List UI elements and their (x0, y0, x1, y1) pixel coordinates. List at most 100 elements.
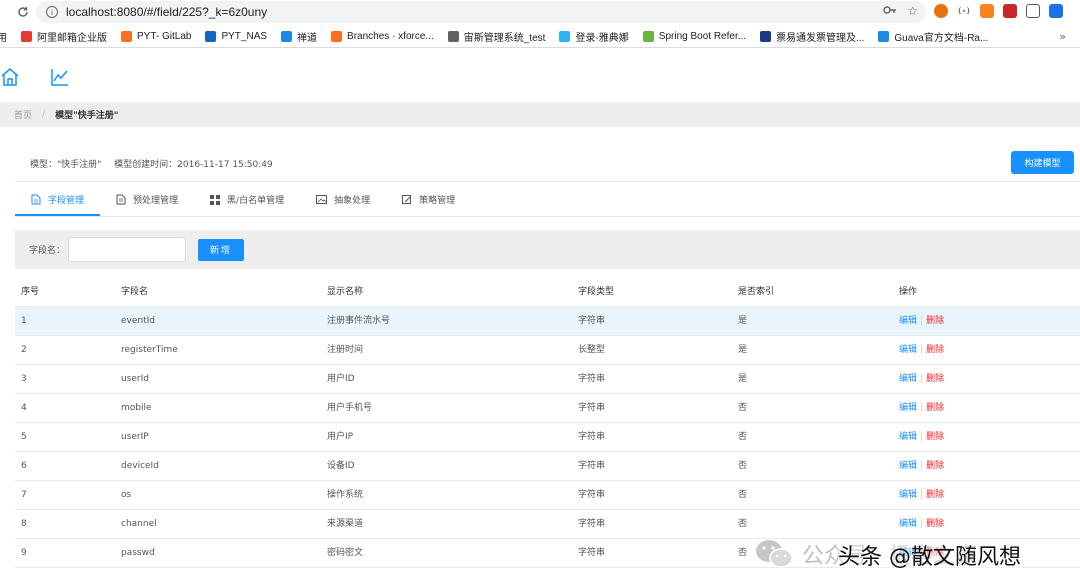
bookmark-apps[interactable]: 用 (0, 29, 7, 44)
bookmarks-bar: 用 阿里邮箱企业版 PYT- GitLab PYT_NAS 禅道 Branches · x… (0, 26, 1080, 48)
bookmark-label: Branches · xforce... (347, 31, 434, 42)
edit-link[interactable]: 编辑 (899, 548, 917, 558)
delete-link[interactable]: 删除 (926, 461, 944, 471)
extension-icon[interactable] (1049, 4, 1063, 18)
extension-icon[interactable] (1003, 4, 1017, 18)
column-header: 序号 (21, 287, 40, 297)
table-cell: 否 (738, 548, 748, 558)
edit-link[interactable]: 编辑 (899, 316, 917, 326)
extension-icon[interactable] (1026, 4, 1040, 18)
filter-bar: 字段名： 新增 (15, 230, 1080, 269)
table-cell: 用户IP (327, 432, 354, 442)
bookmark-item[interactable]: 禅道 (281, 29, 317, 44)
table-cell: userId (121, 374, 149, 384)
breadcrumb-current: 模型"快手注册" (55, 111, 119, 121)
row-actions: 编辑 | 删除 (899, 307, 944, 336)
bookmark-item[interactable]: 阿里邮箱企业版 (21, 29, 107, 44)
address-bar[interactable]: i localhost:8080/#/field/225?_k=6z0uny ☆ (36, 1, 926, 23)
line-chart-icon[interactable] (50, 67, 70, 90)
extension-icon[interactable]: {∘} (957, 4, 971, 18)
row-actions: 编辑 | 删除 (899, 481, 944, 510)
column-header: 操作 (899, 287, 918, 297)
edit-link[interactable]: 编辑 (899, 461, 917, 471)
tab-2[interactable]: 黑/白名单管理 (194, 183, 300, 216)
action-separator: | (920, 461, 924, 471)
bookmark-label: 阿里邮箱企业版 (37, 33, 107, 44)
column-header: 是否索引 (738, 287, 775, 297)
metamask-icon[interactable] (980, 4, 994, 18)
extension-icon[interactable] (934, 4, 948, 18)
delete-link[interactable]: 删除 (926, 345, 944, 355)
bookmark-label: 登录-雅典娜 (575, 33, 629, 44)
delete-link[interactable]: 删除 (926, 316, 944, 326)
key-icon[interactable] (883, 4, 897, 18)
table-row: 1 eventId 注册事件流水号 字符串 是 编辑 | 删除 (15, 307, 1080, 336)
tab-3[interactable]: 抽象处理 (300, 183, 386, 216)
bookmark-label: Spring Boot Refer... (658, 31, 747, 42)
delete-link[interactable]: 删除 (926, 490, 944, 500)
edit-link[interactable]: 编辑 (899, 432, 917, 442)
table-row: 7 os 操作系统 字符串 否 编辑 | 删除 (15, 481, 1080, 510)
bookmark-item[interactable]: Guava官方文档-Ra... (878, 29, 988, 44)
site-info-icon[interactable]: i (46, 6, 58, 18)
delete-link[interactable]: 删除 (926, 519, 944, 529)
url-text: localhost:8080/#/field/225?_k=6z0uny (66, 5, 268, 19)
bookmark-item[interactable]: 宙斯管理系统_test (447, 29, 545, 44)
delete-link[interactable]: 删除 (926, 548, 944, 558)
bookmark-item[interactable]: PYT- GitLab (121, 31, 191, 42)
bookmark-item[interactable]: 登录-雅典娜 (559, 29, 629, 44)
app-header (0, 50, 1080, 102)
delete-link[interactable]: 删除 (926, 374, 944, 384)
edit-link[interactable]: 编辑 (899, 374, 917, 384)
bookmark-label: 禅道 (297, 33, 318, 44)
edit-link[interactable]: 编辑 (899, 519, 917, 529)
table-cell: 4 (21, 403, 27, 413)
edit-link[interactable]: 编辑 (899, 403, 917, 413)
bookmark-star-icon[interactable]: ☆ (907, 4, 918, 18)
bookmark-item[interactable]: 票易通发票管理及... (760, 29, 864, 44)
add-button[interactable]: 新增 (198, 238, 245, 261)
delete-link[interactable]: 删除 (926, 432, 944, 442)
action-separator: | (920, 316, 924, 326)
reload-icon[interactable] (12, 1, 34, 23)
table-cell: 是 (738, 316, 748, 326)
table-header-row: 序号 字段名 显示名称 字段类型 是否索引 操作 (15, 278, 1080, 307)
table-cell: 来源渠道 (327, 519, 364, 529)
table-cell: 否 (738, 519, 748, 529)
bookmark-item[interactable]: Branches · xforce... (331, 31, 434, 42)
edit-link[interactable]: 编辑 (899, 345, 917, 355)
row-actions: 编辑 | 删除 (899, 510, 944, 539)
model-name: 模型："快手注册" (30, 160, 102, 170)
tab-4[interactable]: 策略管理 (386, 183, 471, 216)
table-cell: 否 (738, 403, 748, 413)
build-model-button[interactable]: 构建模型 (1011, 151, 1074, 174)
table-cell: 2 (21, 345, 27, 355)
action-separator: | (920, 548, 924, 558)
action-separator: | (920, 519, 924, 529)
table-cell: 7 (21, 490, 27, 500)
tab-0[interactable]: 字段管理 (15, 183, 101, 216)
table-cell: 用户ID (327, 374, 355, 384)
bookmark-item[interactable]: PYT_NAS (205, 31, 267, 42)
bookmark-item[interactable]: Spring Boot Refer... (642, 31, 747, 42)
table-cell: 字符串 (578, 519, 606, 529)
row-actions: 编辑 | 删除 (899, 539, 944, 568)
bookmark-label: PYT_NAS (221, 31, 268, 42)
home-icon[interactable] (0, 67, 20, 90)
table-cell: registerTime (121, 345, 178, 355)
table-cell: userIP (121, 432, 149, 442)
action-separator: | (920, 374, 924, 384)
table-cell: 6 (21, 461, 27, 471)
column-header: 字段类型 (578, 287, 615, 297)
tab-1[interactable]: 预处理管理 (100, 183, 194, 216)
table-cell: 注册时间 (327, 345, 364, 355)
breadcrumb-home[interactable]: 首页 (14, 108, 32, 121)
field-name-input[interactable] (68, 237, 187, 262)
edit-link[interactable]: 编辑 (899, 490, 917, 500)
bookmarks-more-icon[interactable]: » (1059, 30, 1066, 43)
table-cell: 5 (21, 432, 27, 442)
tab-label: 黑/白名单管理 (227, 196, 285, 206)
table-cell: 9 (21, 548, 27, 558)
document-icon (31, 194, 41, 205)
delete-link[interactable]: 删除 (926, 403, 944, 413)
